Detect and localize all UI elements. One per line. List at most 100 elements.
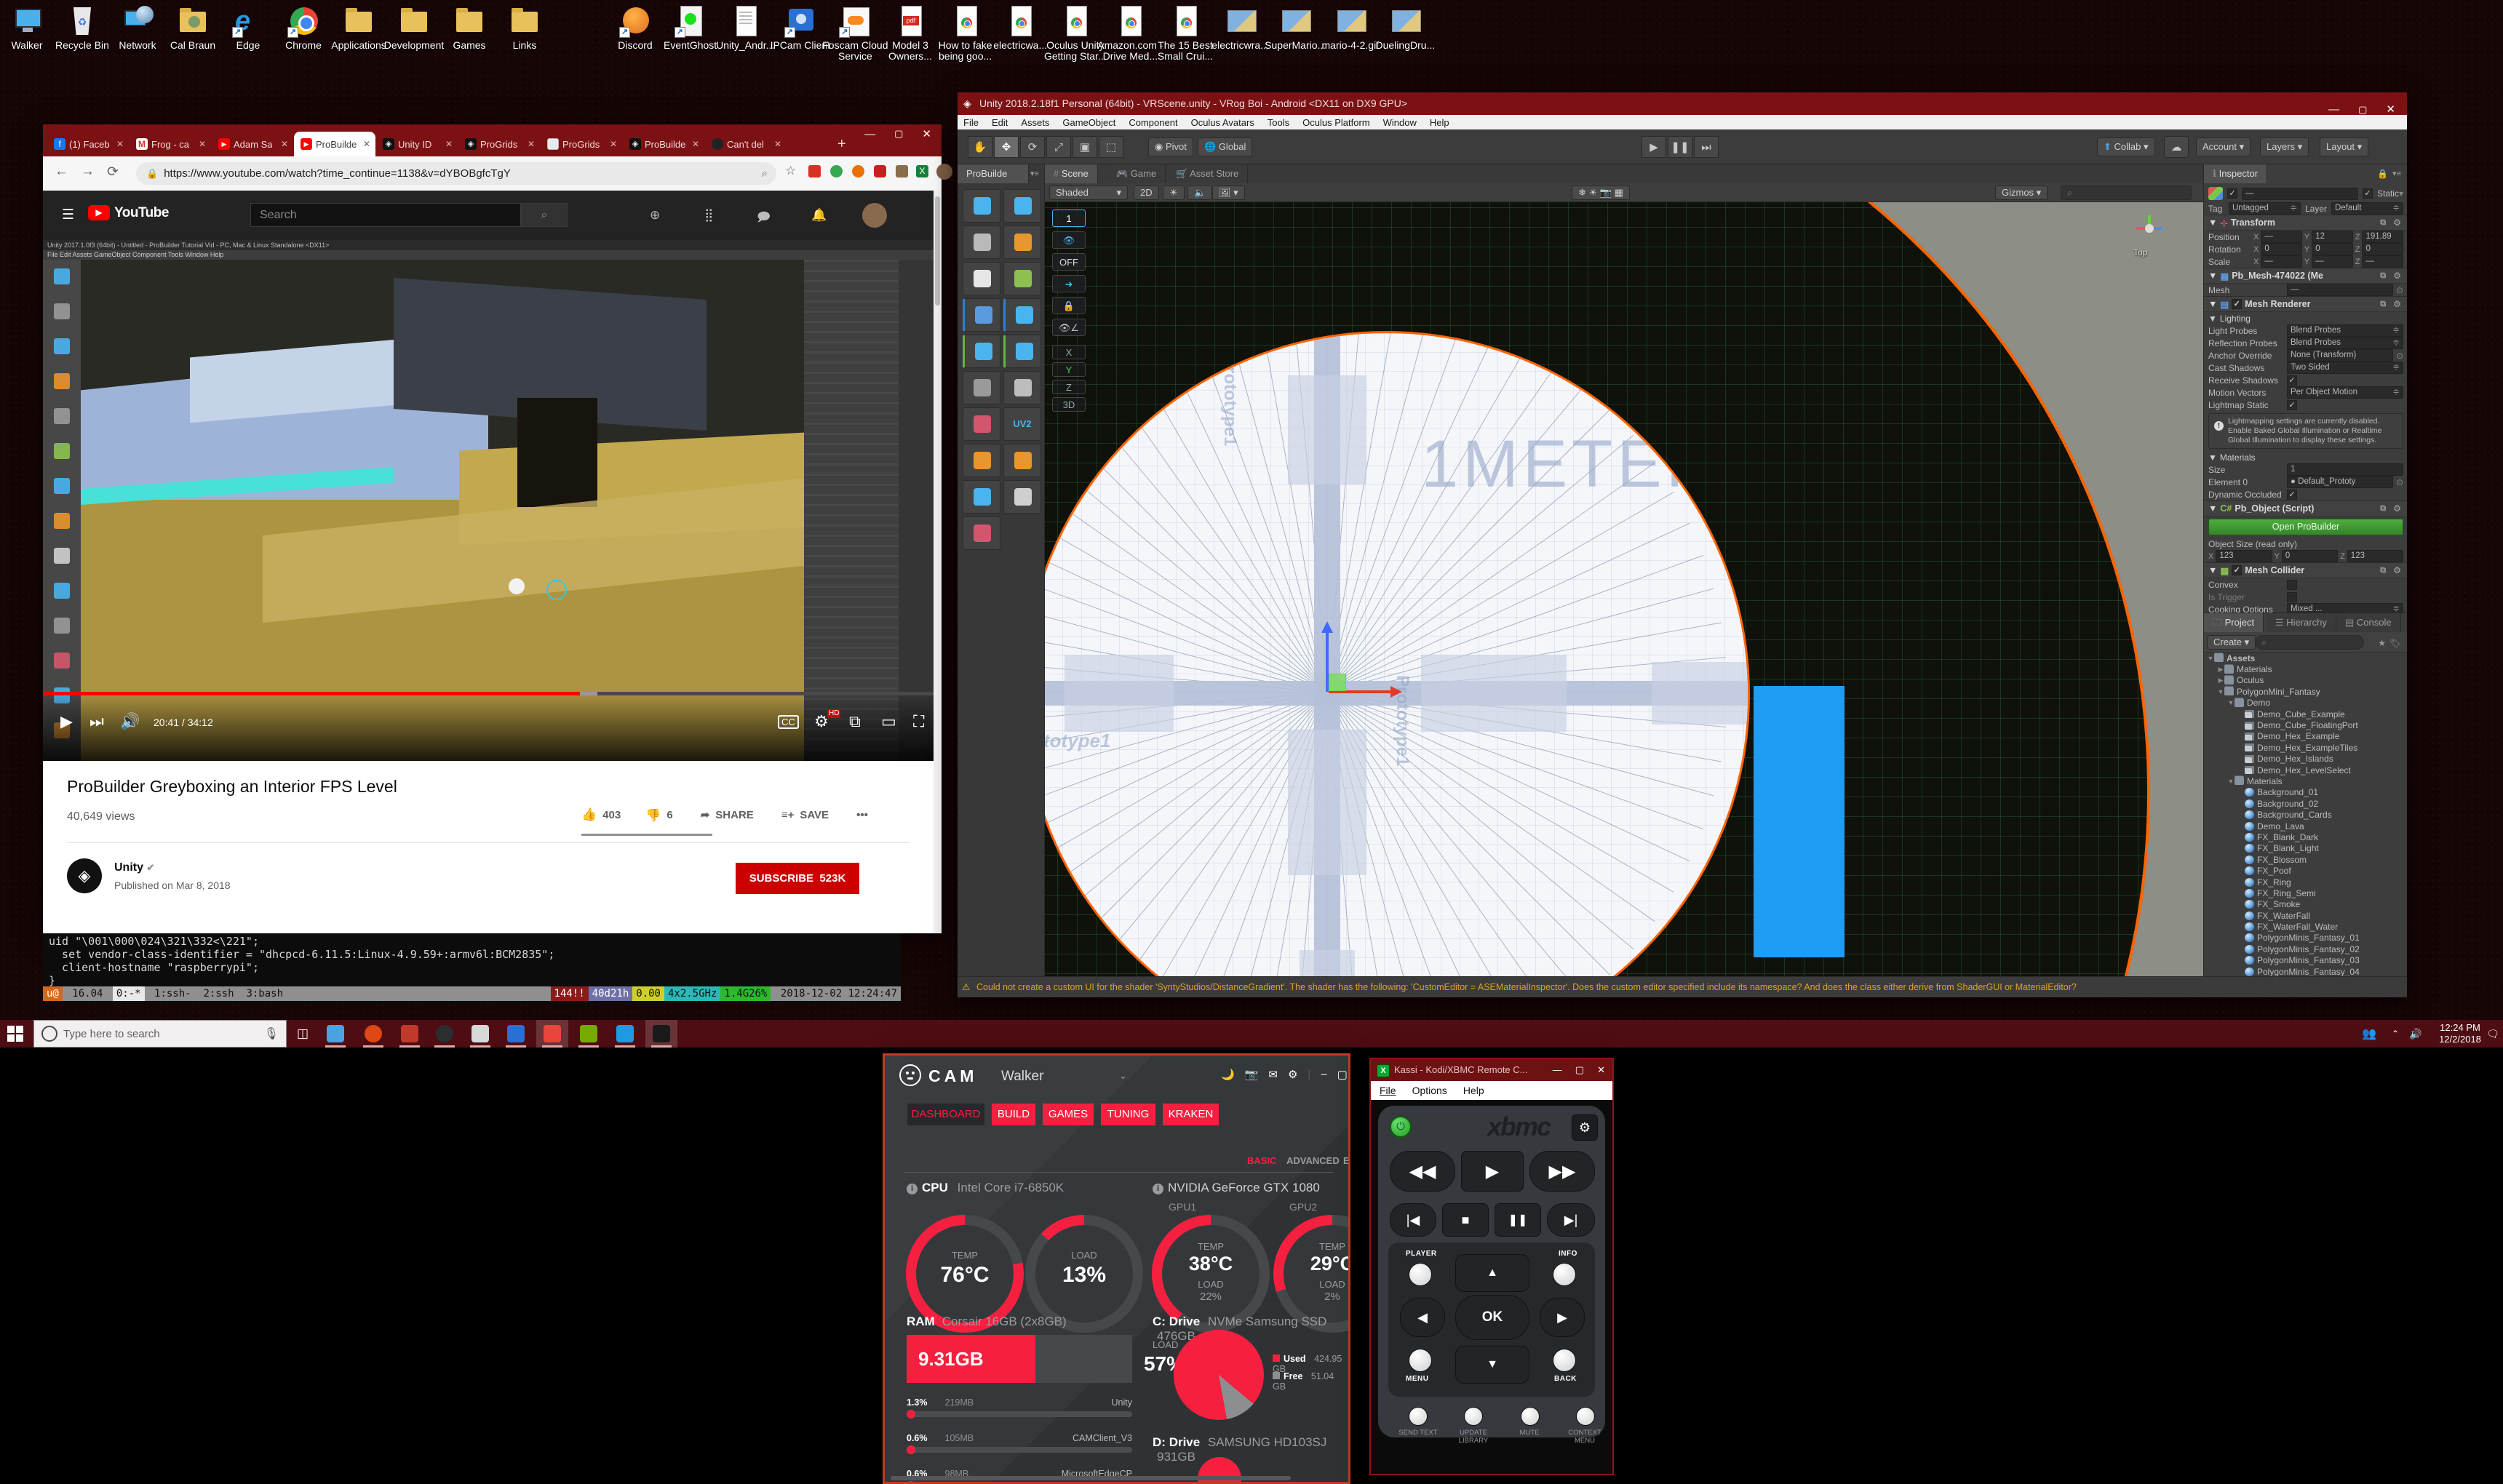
minimize-button[interactable]: – xyxy=(1321,1068,1326,1081)
down-button[interactable]: ▼ xyxy=(1455,1346,1529,1384)
asset-fx-ring-semi[interactable]: FX_Ring_Semi xyxy=(2204,887,2399,898)
scale-x-field[interactable]: — xyxy=(2261,255,2302,268)
probuilder-weld-vertices-button[interactable] xyxy=(1003,371,1041,404)
asset-polygonmini-fantasy[interactable]: ▼PolygonMini_Fantasy xyxy=(2204,686,2399,697)
transform-header[interactable]: ▼ ⊹Transform⧉ ⚙ xyxy=(2204,215,2407,231)
progrids-snap-off-button[interactable]: OFF xyxy=(1052,253,1086,271)
asset-polygonminis-fantasy-01[interactable]: PolygonMinis_Fantasy_01 xyxy=(2204,933,2399,944)
youtube-search-button[interactable]: ⌕ xyxy=(521,203,568,227)
gizmo-plane-handle[interactable] xyxy=(1329,674,1346,691)
taskbar-search[interactable]: Type here to search 🎙 xyxy=(33,1020,287,1048)
tab-close-icon[interactable]: ✕ xyxy=(774,139,781,149)
asset-demo-hex-levelselect[interactable]: Demo_Hex_LevelSelect xyxy=(2204,765,2399,775)
browser-tab-1[interactable]: f(1) Faceb✕ xyxy=(47,132,129,156)
tab-asset-store[interactable]: 🛒 Asset Store xyxy=(1167,164,1248,183)
asset-fx-blank-light[interactable]: FX_Blank_Light xyxy=(2204,843,2399,854)
probuilder-vertex-colors-button[interactable] xyxy=(1003,262,1041,295)
unity-menu-file[interactable]: File xyxy=(963,117,979,128)
new-tab-button[interactable]: + xyxy=(837,136,846,153)
tab-close-icon[interactable]: ✕ xyxy=(610,139,617,149)
pos-z-field[interactable]: 191.89 xyxy=(2362,231,2403,243)
screenshot-icon[interactable]: 📷 xyxy=(1245,1068,1259,1081)
taskbar-app-kassi[interactable] xyxy=(578,1024,599,1044)
youtube-logo-text[interactable]: YouTube xyxy=(114,205,169,221)
transform-tool-icon[interactable]: ⬚ xyxy=(1099,136,1123,158)
create-dropdown[interactable]: Create ▾ xyxy=(2207,635,2256,650)
menu-button[interactable] xyxy=(1409,1349,1432,1372)
next-button[interactable]: ▶| xyxy=(1547,1203,1595,1237)
previous-button[interactable]: |◀ xyxy=(1390,1203,1436,1237)
reflection-probes-dropdown[interactable]: Blend Probes xyxy=(2287,337,2403,349)
ext-youtube-icon[interactable] xyxy=(808,165,821,177)
unity-menu-tools[interactable]: Tools xyxy=(1268,117,1289,128)
tab-inspector[interactable]: ℹ Inspector xyxy=(2204,164,2267,183)
asset-background-01[interactable]: Background_01 xyxy=(2204,787,2399,798)
tab-close-icon[interactable]: ✕ xyxy=(445,139,453,149)
project-search-input[interactable]: ⌕ xyxy=(2255,635,2364,650)
up-button[interactable]: ▲ xyxy=(1455,1254,1529,1292)
tab-close-icon[interactable]: ✕ xyxy=(692,139,699,149)
zoom-page-icon[interactable]: ⌕ xyxy=(762,167,768,180)
desktop-icon-links[interactable]: Links xyxy=(490,4,560,51)
asset-demo-cube-example[interactable]: Demo_Cube_Example xyxy=(2204,709,2399,719)
view-orientation-label[interactable]: Top xyxy=(2133,247,2147,258)
step-button[interactable]: ⏭ xyxy=(1694,136,1719,158)
taskbar-app-edge[interactable] xyxy=(615,1024,635,1044)
pos-x-field[interactable]: — xyxy=(2261,231,2302,243)
convex-checkbox[interactable] xyxy=(2287,580,2297,590)
profile-avatar[interactable] xyxy=(936,164,952,180)
taskbar-app-display-app[interactable] xyxy=(470,1024,490,1044)
rot-x-field[interactable]: 0 xyxy=(2261,243,2302,255)
tab-close-icon[interactable]: ✕ xyxy=(199,139,206,149)
ext-abp-icon[interactable] xyxy=(874,165,886,177)
task-view-button[interactable]: ◫ xyxy=(293,1024,313,1044)
probuilder-new-poly-shape-button[interactable] xyxy=(1003,189,1041,223)
rect-tool-icon[interactable]: ▣ xyxy=(1073,136,1097,158)
more-actions-icon[interactable]: ••• xyxy=(856,809,868,821)
layer-dropdown[interactable]: Default xyxy=(2331,202,2403,215)
miniplayer-button[interactable]: ⧉ xyxy=(849,712,861,731)
taskbar-app-chrome[interactable] xyxy=(542,1024,562,1044)
cam-tab-games[interactable]: GAMES xyxy=(1043,1104,1094,1125)
probuilder-flip-edge-button[interactable] xyxy=(1003,444,1041,477)
tab-close-icon[interactable]: ✕ xyxy=(116,139,124,149)
unity-status-bar[interactable]: Could not create a custom UI for the sha… xyxy=(958,976,2407,997)
asset-materials[interactable]: ▼Materials xyxy=(2204,775,2399,786)
pbobject-header[interactable]: ▼ C#Pb_Object (Script)⧉ ⚙ xyxy=(2204,500,2407,516)
close-button[interactable]: ✕ xyxy=(922,127,931,140)
probuilder-flip-normals-button[interactable] xyxy=(1003,298,1041,332)
unity-menu-oculus-avatars[interactable]: Oculus Avatars xyxy=(1191,117,1254,128)
taskbar-app-cam-app[interactable] xyxy=(434,1024,455,1044)
scene-lighting-icon[interactable]: ☀ xyxy=(1163,186,1185,200)
account-dropdown[interactable]: Account ▾ xyxy=(2196,137,2251,156)
pause-button[interactable]: ❚❚ xyxy=(1495,1203,1541,1237)
pause-button[interactable]: ❚❚ xyxy=(1668,136,1692,158)
probuilder-extrude-faces-button[interactable] xyxy=(963,335,1000,368)
feedback-icon[interactable]: ✉ xyxy=(1268,1068,1278,1081)
mesh-field[interactable]: — xyxy=(2287,284,2393,296)
global-toggle[interactable]: 🌐 Global xyxy=(1198,137,1252,156)
rot-z-field[interactable]: 0 xyxy=(2362,243,2403,255)
tab-hierarchy[interactable]: ☰ Hierarchy xyxy=(2267,613,2336,632)
2d-toggle[interactable]: 2D xyxy=(1134,186,1159,200)
progress-played[interactable] xyxy=(43,692,580,695)
unity-menu-gameobject[interactable]: GameObject xyxy=(1062,117,1115,128)
bookmark-star-icon[interactable]: ☆ xyxy=(785,164,796,178)
browser-tab-9[interactable]: Can't del✕ xyxy=(705,132,787,156)
youtube-search-input[interactable]: Search xyxy=(250,203,521,227)
light-probes-dropdown[interactable]: Blend Probes xyxy=(2287,324,2403,337)
unity-menu-help[interactable]: Help xyxy=(1430,117,1449,128)
notifications-bell-icon[interactable]: 🔔 xyxy=(811,208,827,223)
asset-polygonminis-fantasy-03[interactable]: PolygonMinis_Fantasy_03 xyxy=(2204,955,2399,966)
tab-close-icon[interactable]: ✕ xyxy=(363,139,370,149)
progrids-z-axis[interactable]: Z xyxy=(1052,380,1086,394)
unity-menu-component[interactable]: Component xyxy=(1129,117,1177,128)
browser-tab-5[interactable]: ◈Unity ID✕ xyxy=(376,132,458,156)
maximize-button[interactable]: ▢ xyxy=(1575,1059,1584,1081)
istrigger-checkbox[interactable] xyxy=(2287,592,2297,602)
ext-green-icon[interactable] xyxy=(830,165,843,177)
taskbar-app-photos[interactable] xyxy=(506,1024,526,1044)
taskbar-app-ubuntu[interactable] xyxy=(363,1024,383,1044)
progrids-snap-icons[interactable]: ❄ ☀ 📷 ▦ xyxy=(1572,186,1630,200)
probuilder-uv-editor-button[interactable] xyxy=(963,262,1000,295)
